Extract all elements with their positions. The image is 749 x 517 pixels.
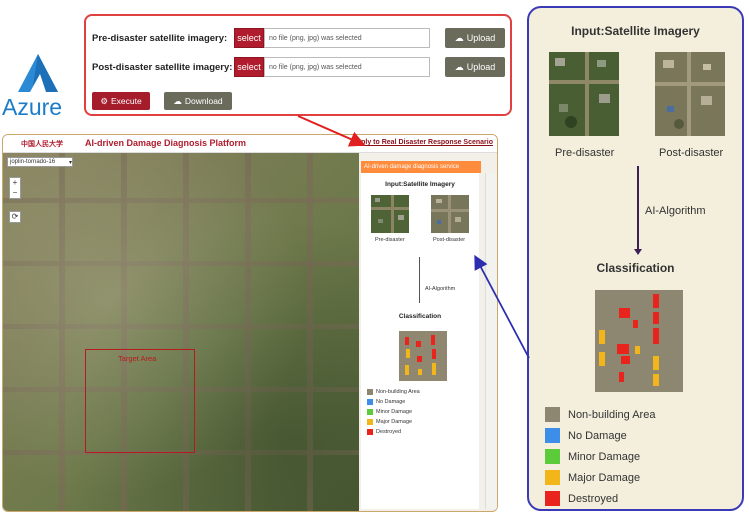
mini-legend-item: Non-building Area	[367, 387, 420, 397]
platform-title: AI-driven Damage Diagnosis Platform	[85, 138, 247, 148]
execute-button[interactable]: ⚙ Execute	[92, 92, 150, 110]
side-panel-content: Input:Satellite Imagery Pre-disaster Pos…	[361, 173, 479, 509]
mini-legend-item: Minor Damage	[367, 407, 420, 417]
mini-classification-title: Classification	[398, 313, 442, 320]
pre-disaster-label: Pre-disaster satellite imagery:	[92, 32, 228, 44]
diagnosis-service-tab[interactable]: AI-driven damage diagnosis service	[361, 161, 481, 173]
post-upload-label: Upload	[466, 62, 496, 72]
pre-upload-label: Upload	[466, 33, 496, 43]
university-logo: 中国人民大学	[21, 141, 63, 148]
mini-algo-label: AI-Algorithm	[425, 286, 456, 292]
legend-swatch	[545, 449, 560, 464]
platform-window: 中国人民大学 AI-driven Damage Diagnosis Platfo…	[2, 134, 498, 512]
upload-panel: Pre-disaster satellite imagery: select n…	[84, 14, 512, 116]
flow-post-caption: Post-disaster	[659, 147, 724, 159]
mini-legend-item: No Damage	[367, 397, 420, 407]
azure-triangle-icon	[18, 54, 58, 92]
pre-file-field[interactable]: no file (png, jpg) was selected	[264, 28, 430, 48]
legend-swatch	[367, 399, 373, 405]
flow-legend-item: Minor Damage	[545, 446, 655, 467]
zoom-in-icon[interactable]: +	[10, 178, 20, 188]
post-select-button[interactable]: select	[234, 57, 264, 77]
flow-post-disaster-image	[655, 52, 725, 136]
cloud-upload-icon: ☁	[454, 32, 464, 43]
flow-legend-item: Major Damage	[545, 467, 655, 488]
flow-legend-label: Non-building Area	[568, 408, 656, 421]
chevron-down-icon: ▾	[68, 159, 72, 166]
legend-swatch	[367, 429, 373, 435]
gear-icon: ⚙	[100, 95, 108, 106]
execute-label: Execute	[110, 96, 142, 106]
legend-swatch	[367, 389, 373, 395]
mini-legend-label: Major Damage	[376, 419, 413, 425]
satellite-map[interactable]: joplin-tornado-16 ▾ + − ⟳ Target Area	[3, 153, 359, 511]
post-file-field[interactable]: no file (png, jpg) was selected	[264, 57, 430, 77]
cloud-upload-icon: ☁	[454, 61, 464, 72]
flow-legend-label: Minor Damage	[568, 450, 641, 463]
azure-logo: Azure	[2, 52, 74, 128]
mini-legend-item: Major Damage	[367, 417, 420, 427]
flow-legend-item: Destroyed	[545, 488, 655, 509]
region-select-value: joplin-tornado-16	[10, 159, 56, 165]
flow-legend-label: Destroyed	[568, 492, 619, 505]
legend-swatch	[545, 428, 560, 443]
mini-legend-label: Non-building Area	[376, 389, 420, 395]
region-select[interactable]: joplin-tornado-16 ▾	[7, 157, 73, 167]
flow-legend-item: Non-building Area	[545, 404, 655, 425]
pre-select-button[interactable]: select	[234, 28, 264, 48]
legend-swatch	[367, 419, 373, 425]
mini-legend-item: Destroyed	[367, 427, 420, 437]
legend-swatch	[545, 470, 560, 485]
flow-legend-label: Major Damage	[568, 471, 641, 484]
legend-swatch	[367, 409, 373, 415]
mini-legend: Non-building Area No Damage Minor Damage…	[367, 387, 420, 437]
zoom-control: + −	[9, 177, 21, 199]
mini-arrow	[419, 257, 420, 303]
mini-input-title: Input:Satellite Imagery	[385, 181, 455, 188]
post-disaster-row: Post-disaster satellite imagery: select …	[92, 56, 505, 78]
legend-swatch	[545, 407, 560, 422]
cloud-download-icon: ☁	[173, 95, 182, 106]
flow-down-arrow	[634, 166, 641, 255]
flow-pre-disaster-image	[549, 52, 619, 136]
pre-disaster-row: Pre-disaster satellite imagery: select n…	[92, 27, 505, 49]
azure-wordmark: Azure	[2, 94, 63, 120]
download-label: Download	[184, 96, 223, 106]
mini-legend-label: No Damage	[376, 399, 406, 405]
post-disaster-label: Post-disaster satellite imagery:	[92, 61, 233, 73]
flow-legend: Non-building Area No Damage Minor Damage…	[545, 404, 655, 509]
target-area-box[interactable]: Target Area	[85, 349, 195, 453]
download-button[interactable]: ☁ Download	[164, 92, 232, 110]
apply-scenario-link[interactable]: Apply to Real Disaster Response Scenario	[352, 139, 493, 146]
mini-classification-map	[399, 331, 447, 381]
refresh-icon[interactable]: ⟳	[9, 211, 21, 223]
legend-swatch	[545, 491, 560, 506]
flow-legend-label: No Damage	[568, 429, 627, 442]
target-area-label: Target Area	[118, 354, 157, 363]
diagnosis-side-panel: AI-driven damage diagnosis service Input…	[359, 153, 497, 511]
flow-classification-map	[595, 290, 683, 392]
mini-pre-disaster-image	[371, 195, 409, 233]
flow-legend-item: No Damage	[545, 425, 655, 446]
mini-post-disaster-image	[431, 195, 469, 233]
side-tab-label: AI-driven damage diagnosis service	[364, 164, 460, 170]
zoom-out-icon[interactable]: −	[10, 188, 20, 198]
mini-post-caption: Post-disaster	[433, 237, 466, 243]
flow-classification-title: Classification	[596, 261, 675, 275]
mini-legend-label: Minor Damage	[376, 409, 413, 415]
flow-input-title: Input:Satellite Imagery	[571, 24, 700, 38]
flow-algo-label: AI-Algorithm	[645, 205, 706, 217]
pre-upload-button[interactable]: ☁ Upload	[445, 28, 505, 48]
action-row: ⚙ Execute ☁ Download	[92, 92, 232, 110]
mini-legend-label: Destroyed	[376, 429, 402, 435]
flowchart-panel: Input:Satellite Imagery Pre-disaster Pos…	[527, 6, 744, 511]
platform-header: 中国人民大学 AI-driven Damage Diagnosis Platfo…	[3, 135, 497, 153]
mini-pre-caption: Pre-disaster	[375, 237, 405, 243]
flow-pre-caption: Pre-disaster	[555, 147, 615, 159]
side-panel-scrollbar[interactable]	[485, 173, 497, 509]
post-upload-button[interactable]: ☁ Upload	[445, 57, 505, 77]
